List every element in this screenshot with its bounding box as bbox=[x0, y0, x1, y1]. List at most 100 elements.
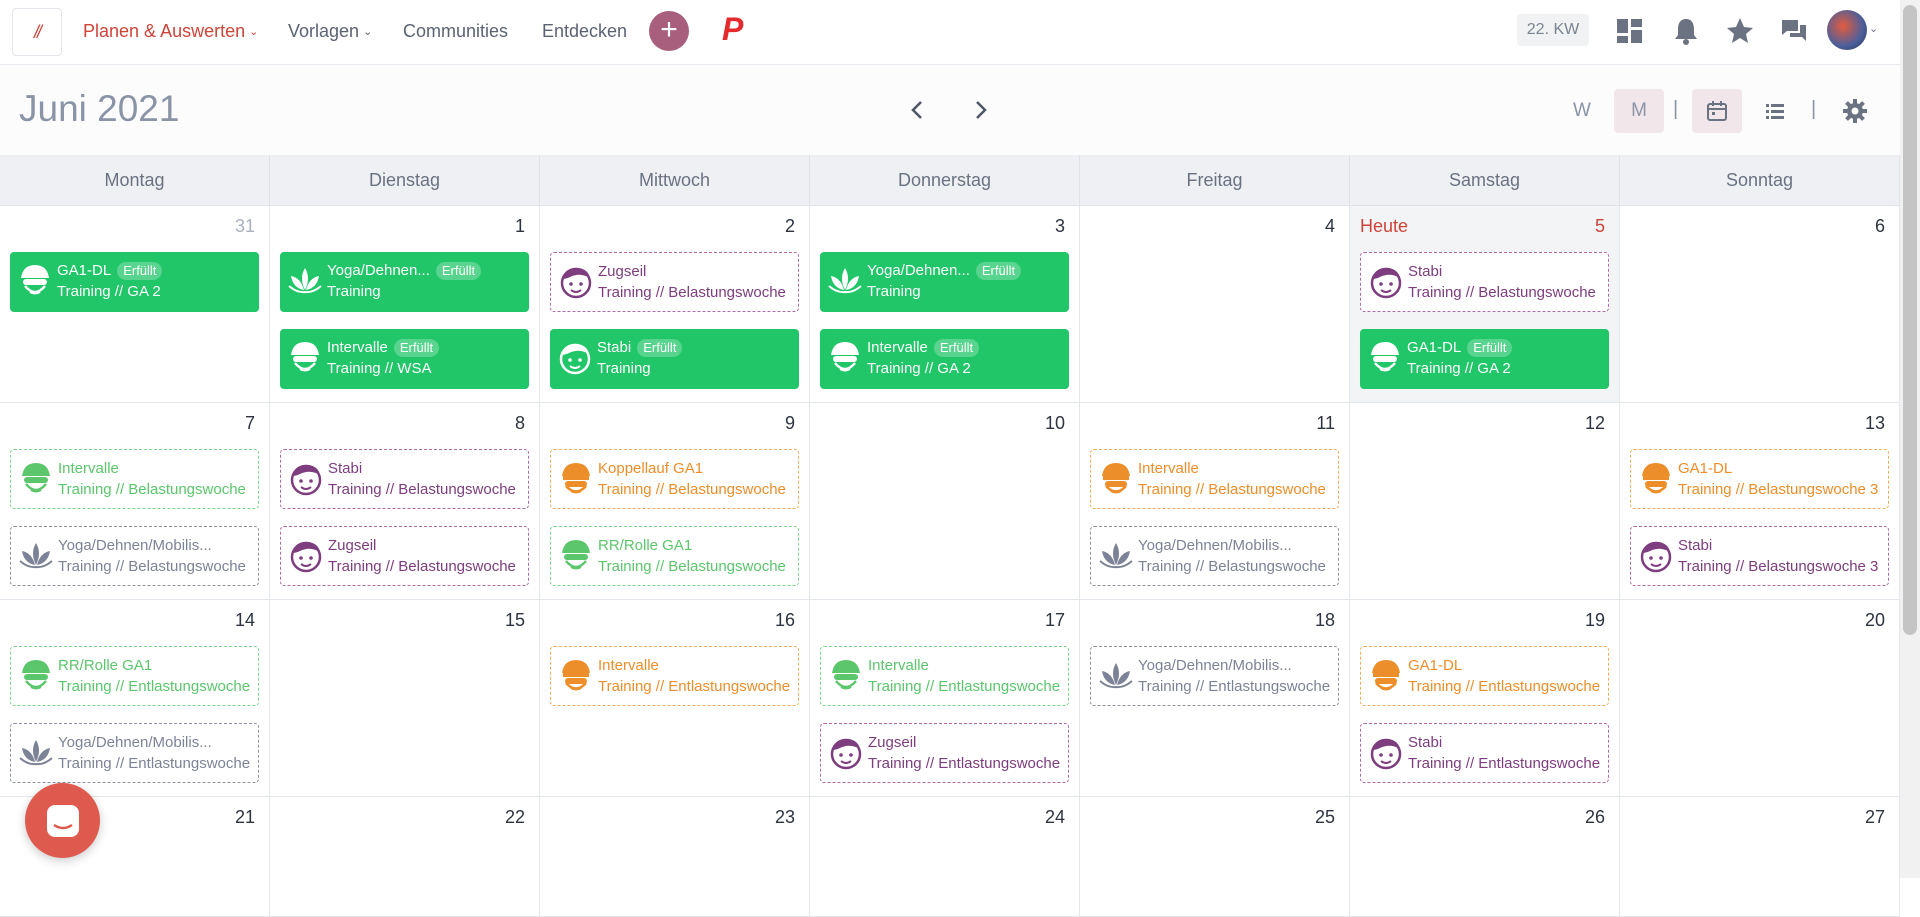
nav-vorlagen[interactable]: Vorlagen ⌄ bbox=[288, 0, 372, 62]
training-event[interactable]: Intervalle Erfüllt Training // WSA bbox=[280, 329, 529, 389]
training-event[interactable]: Zugseil Training // Belastungswoche bbox=[550, 252, 799, 312]
day-cell[interactable]: 7 Intervalle Training // Belastungswoche Yo… bbox=[0, 403, 270, 600]
month-calendar: Montag Dienstag Mittwoch Donnerstag Freitag S… bbox=[0, 155, 1900, 917]
day-cell[interactable]: 6 bbox=[1620, 206, 1900, 403]
training-event[interactable]: Yoga/Dehnen/Mobilis... Training // Belast… bbox=[10, 526, 259, 586]
nav-communities[interactable]: Communities bbox=[403, 0, 508, 62]
training-event[interactable]: Yoga/Dehnen/Mobilis... Training // Belast… bbox=[1090, 526, 1339, 586]
day-cell[interactable]: 13 GA1-DL Training // Belastungswoche 3 Sta… bbox=[1620, 403, 1900, 600]
day-cell[interactable]: 10 bbox=[810, 403, 1080, 600]
training-event[interactable]: Stabi Erfüllt Training bbox=[550, 329, 799, 389]
day-cell[interactable]: 18 Yoga/Dehnen/Mobilis... Training // Entl… bbox=[1080, 600, 1350, 797]
training-event[interactable]: Yoga/Dehnen... Erfüllt Training bbox=[280, 252, 529, 312]
day-cell[interactable]: 3 Yoga/Dehnen... Erfüllt Training Intervalle… bbox=[810, 206, 1080, 403]
training-event[interactable]: Stabi Training // Belastungswoche bbox=[280, 449, 529, 509]
training-event[interactable]: Stabi Training // Entlastungswoche bbox=[1360, 723, 1609, 783]
event-title: Stabi bbox=[328, 460, 363, 477]
training-event[interactable]: GA1-DL Erfüllt Training // GA 2 bbox=[1360, 329, 1609, 389]
event-subtitle: Training // Entlastungswoche bbox=[1408, 678, 1601, 695]
partner-logo[interactable]: P bbox=[722, 12, 748, 46]
nav-entdecken[interactable]: Entdecken bbox=[542, 0, 627, 62]
event-title: Yoga/Dehnen... bbox=[327, 262, 430, 279]
previous-month-icon[interactable] bbox=[904, 96, 932, 124]
nav-planen-auswerten[interactable]: Planen & Auswerten ⌄ bbox=[83, 0, 258, 62]
day-cell[interactable]: 11 Intervalle Training // Belastungswoche Y… bbox=[1080, 403, 1350, 600]
calendar-view-button[interactable] bbox=[1692, 89, 1742, 133]
training-event[interactable]: RR/Rolle GA1 Training // Belastungswoche bbox=[550, 526, 799, 586]
dashboard-icon[interactable] bbox=[1615, 16, 1645, 46]
training-event[interactable]: Stabi Training // Belastungswoche 3 bbox=[1630, 526, 1889, 586]
lotus-icon bbox=[1099, 663, 1133, 689]
training-event[interactable]: Intervalle Training // Belastungswoche bbox=[1090, 449, 1339, 509]
training-event[interactable]: Intervalle Erfüllt Training // GA 2 bbox=[820, 329, 1069, 389]
lotus-icon bbox=[828, 268, 862, 294]
event-subtitle: Training // Belastungswoche bbox=[598, 284, 786, 301]
add-button[interactable]: + bbox=[649, 11, 689, 51]
week-view-button[interactable]: W bbox=[1562, 89, 1602, 133]
lotus-icon bbox=[19, 543, 53, 569]
training-event[interactable]: Intervalle Training // Belastungswoche bbox=[10, 449, 259, 509]
weekday-header: Sonntag bbox=[1620, 155, 1900, 206]
weekday-header: Dienstag bbox=[270, 155, 540, 206]
week-number-badge[interactable]: 22. KW bbox=[1517, 14, 1589, 46]
next-month-icon[interactable] bbox=[966, 96, 994, 124]
training-event[interactable]: GA1-DL Training // Belastungswoche 3 bbox=[1630, 449, 1889, 509]
day-cell[interactable]: 9 Koppellauf GA1 Training // Belastungswoc… bbox=[540, 403, 810, 600]
training-event[interactable]: Stabi Training // Belastungswoche bbox=[1360, 252, 1609, 312]
day-cell[interactable]: 14 RR/Rolle GA1 Training // Entlastungswoc… bbox=[0, 600, 270, 797]
day-cell[interactable]: 4 bbox=[1080, 206, 1350, 403]
event-title: Yoga/Dehnen/Mobilis... bbox=[1138, 537, 1292, 554]
training-event[interactable]: Intervalle Training // Entlastungswoche bbox=[550, 646, 799, 706]
chevron-down-icon[interactable]: ⌄ bbox=[1869, 22, 1878, 35]
event-title: Zugseil bbox=[328, 537, 377, 554]
settings-gear-icon[interactable] bbox=[1842, 98, 1868, 124]
day-cell[interactable]: 27 bbox=[1620, 797, 1900, 917]
day-cell[interactable]: 8 Stabi Training // Belastungswoche Zugseil… bbox=[270, 403, 540, 600]
day-cell[interactable]: 12 bbox=[1350, 403, 1620, 600]
event-subtitle: Training // Entlastungswoche bbox=[1138, 678, 1331, 695]
star-icon[interactable] bbox=[1725, 16, 1755, 46]
training-event[interactable]: Yoga/Dehnen/Mobilis... Training // Entlas… bbox=[10, 723, 259, 783]
event-title: Yoga/Dehnen... bbox=[867, 262, 970, 279]
user-avatar[interactable] bbox=[1827, 10, 1867, 50]
day-cell[interactable]: 24 bbox=[810, 797, 1080, 917]
event-subtitle: Training bbox=[597, 360, 651, 377]
training-event[interactable]: RR/Rolle GA1 Training // Entlastungswoche bbox=[10, 646, 259, 706]
day-cell[interactable]: 19 GA1-DL Training // Entlastungswoche Stab… bbox=[1350, 600, 1620, 797]
day-cell[interactable]: 5 Heute Stabi Training // Belastungswoche GA… bbox=[1350, 206, 1620, 403]
bell-icon[interactable] bbox=[1671, 16, 1701, 46]
day-cell[interactable]: 25 bbox=[1080, 797, 1350, 917]
training-event[interactable]: Yoga/Dehnen... Erfüllt Training bbox=[820, 252, 1069, 312]
day-cell[interactable]: 20 bbox=[1620, 600, 1900, 797]
lotus-icon bbox=[19, 740, 53, 766]
messages-icon[interactable] bbox=[1779, 16, 1809, 46]
event-title: GA1-DL bbox=[1407, 339, 1462, 356]
month-view-button[interactable]: M bbox=[1614, 89, 1664, 133]
event-title-line: Yoga/Dehnen/Mobilis... bbox=[58, 732, 254, 753]
app-logo[interactable]: // bbox=[12, 8, 62, 56]
list-view-button[interactable] bbox=[1750, 89, 1800, 133]
day-cell[interactable]: 17 Intervalle Training // Entlastungswoche… bbox=[810, 600, 1080, 797]
day-cell[interactable]: 16 Intervalle Training // Entlastungswoche bbox=[540, 600, 810, 797]
training-event[interactable]: Zugseil Training // Belastungswoche bbox=[280, 526, 529, 586]
runner-cap-icon bbox=[562, 463, 590, 494]
training-event[interactable]: GA1-DL Erfüllt Training // GA 2 bbox=[10, 252, 259, 312]
scrollbar-thumb[interactable] bbox=[1903, 5, 1917, 635]
day-cell[interactable]: 2 Zugseil Training // Belastungswoche Stabi… bbox=[540, 206, 810, 403]
chat-icon bbox=[47, 805, 79, 837]
training-event[interactable]: GA1-DL Training // Entlastungswoche bbox=[1360, 646, 1609, 706]
day-cell[interactable]: 31 GA1-DL Erfüllt Training // GA 2 bbox=[0, 206, 270, 403]
event-subtitle: Training // Entlastungswoche bbox=[598, 678, 791, 695]
event-subtitle: Training // Belastungswoche bbox=[598, 558, 786, 575]
day-cell[interactable]: 23 bbox=[540, 797, 810, 917]
day-cell[interactable]: 1 Yoga/Dehnen... Erfüllt Training Intervalle… bbox=[270, 206, 540, 403]
chat-support-button[interactable] bbox=[25, 783, 100, 858]
training-event[interactable]: Koppellauf GA1 Training // Belastungswoch… bbox=[550, 449, 799, 509]
day-cell[interactable]: 15 bbox=[270, 600, 540, 797]
training-event[interactable]: Intervalle Training // Entlastungswoche bbox=[820, 646, 1069, 706]
event-title-line: Stabi bbox=[328, 458, 524, 479]
training-event[interactable]: Yoga/Dehnen/Mobilis... Training // Entlas… bbox=[1090, 646, 1339, 706]
day-cell[interactable]: 22 bbox=[270, 797, 540, 917]
day-cell[interactable]: 26 bbox=[1350, 797, 1620, 917]
training-event[interactable]: Zugseil Training // Entlastungswoche bbox=[820, 723, 1069, 783]
